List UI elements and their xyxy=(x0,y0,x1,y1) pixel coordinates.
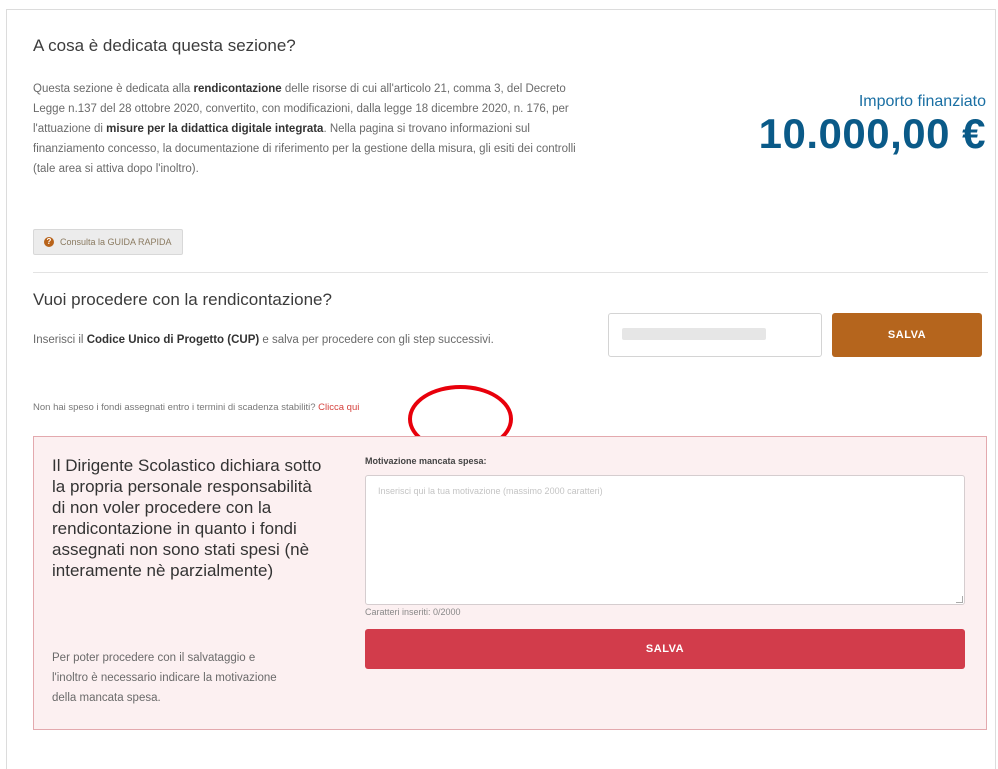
declaration-panel: Il Dirigente Scolastico dichiara sotto l… xyxy=(33,436,987,730)
quick-guide-button[interactable]: ? Consulta la GUIDA RAPIDA xyxy=(33,229,183,255)
character-counter: Caratteri inseriti: 0/2000 xyxy=(365,607,461,617)
section-description: Questa sezione è dedicata alla rendicont… xyxy=(33,79,578,179)
question-icon: ? xyxy=(44,237,54,247)
save-motivation-button[interactable]: SALVA xyxy=(365,629,965,669)
divider xyxy=(33,272,988,273)
description-bold: misure per la didattica digitale integra… xyxy=(106,123,324,135)
click-here-link[interactable]: Clicca qui xyxy=(318,402,359,413)
cup-input-value-redacted xyxy=(622,328,766,340)
declaration-note: Per poter procedere con il salvataggio e… xyxy=(52,652,277,704)
cup-text: e salva per procedere con gli step succe… xyxy=(259,334,494,346)
quick-guide-label: Consulta la GUIDA RAPIDA xyxy=(60,237,172,247)
description-bold: rendicontazione xyxy=(193,83,282,95)
description-text: Questa sezione è dedicata alla xyxy=(33,83,194,95)
not-spent-question: Non hai speso i fondi assegnati entro i … xyxy=(33,402,359,413)
save-cup-button[interactable]: SALVA xyxy=(832,313,982,357)
not-spent-text: Non hai speso i fondi assegnati entro i … xyxy=(33,402,319,413)
cup-text: Inserisci il xyxy=(33,334,87,346)
section-title: A cosa è dedicata questa sezione? xyxy=(33,36,296,55)
cup-input[interactable] xyxy=(608,313,822,357)
cup-section-title: Vuoi procedere con la rendicontazione? xyxy=(33,290,332,309)
motivation-label: Motivazione mancata spesa: xyxy=(365,456,487,466)
declaration-heading: Il Dirigente Scolastico dichiara sotto l… xyxy=(52,456,322,580)
cup-instructions: Inserisci il Codice Unico di Progetto (C… xyxy=(33,331,553,350)
cup-text-bold: Codice Unico di Progetto (CUP) xyxy=(86,334,260,346)
funded-amount-label: Importo finanziato xyxy=(858,93,986,110)
motivation-textarea[interactable] xyxy=(365,475,965,605)
funded-amount-value: 10.000,00 € xyxy=(758,110,986,157)
